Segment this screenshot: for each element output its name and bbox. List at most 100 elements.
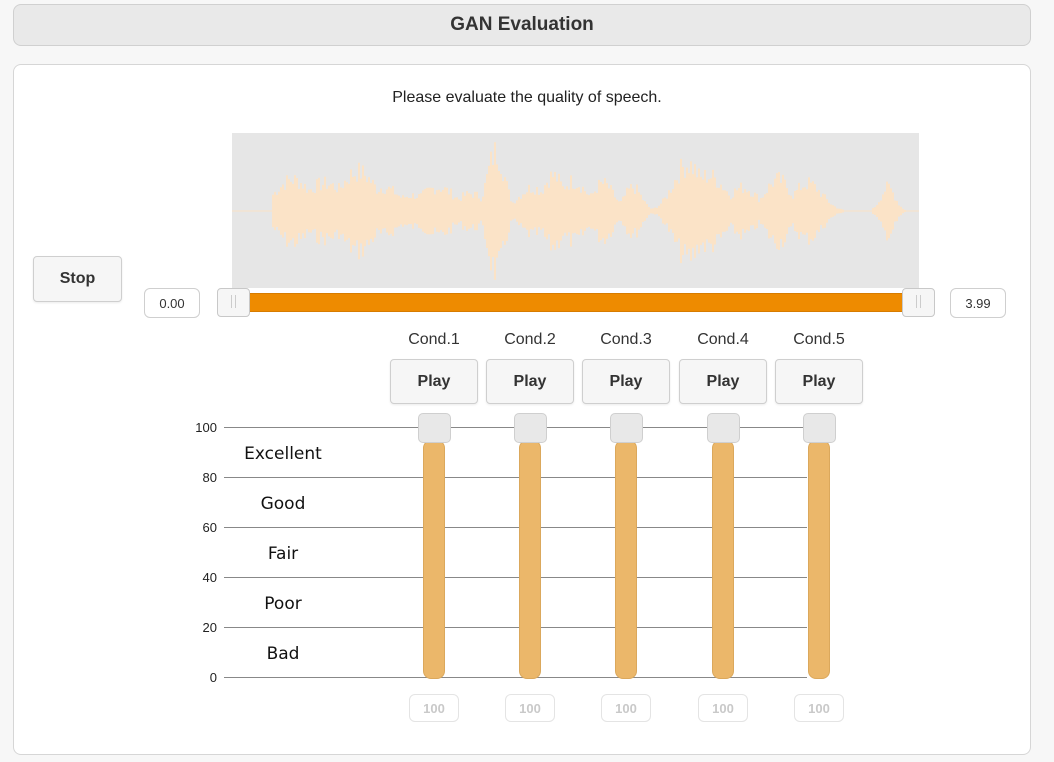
waveform-sample — [354, 176, 356, 246]
waveform-sample — [596, 192, 598, 230]
waveform-sample — [584, 191, 586, 231]
range-end-handle[interactable] — [902, 288, 935, 317]
range-start-handle[interactable] — [217, 288, 250, 317]
waveform-sample — [538, 194, 540, 228]
waveform-sample — [668, 190, 670, 232]
play-button-cond-4[interactable]: Play — [679, 359, 767, 404]
rating-handle-cond-3[interactable] — [610, 413, 643, 443]
rating-slider-cond-5[interactable] — [808, 440, 830, 679]
waveform-sample — [590, 193, 592, 229]
cond-4-label: Cond.4 — [697, 331, 749, 348]
waveform-sample — [370, 183, 372, 239]
waveform-sample — [558, 173, 560, 249]
waveform-sample — [398, 195, 400, 227]
waveform-sample — [828, 202, 830, 220]
waveform-sample — [904, 209, 906, 213]
waveform-sample — [776, 173, 778, 249]
waveform-sample — [490, 151, 492, 271]
waveform-sample — [388, 186, 390, 236]
waveform-sample — [624, 195, 626, 227]
waveform-sample — [320, 190, 322, 232]
rating-slider-cond-1[interactable] — [423, 440, 445, 679]
waveform-sample — [768, 183, 770, 239]
waveform-sample — [390, 188, 392, 234]
waveform-sample — [686, 167, 688, 255]
waveform-sample — [504, 177, 506, 245]
cond-2-label: Cond.2 — [504, 331, 556, 348]
rating-slider-cond-4[interactable] — [712, 440, 734, 679]
rating-slider-cond-2[interactable] — [519, 440, 541, 679]
waveform-sample — [296, 178, 298, 244]
waveform-sample — [556, 181, 558, 241]
waveform-sample — [348, 183, 350, 239]
waveform-sample — [662, 198, 664, 224]
waveform-sample — [418, 194, 420, 228]
waveform-sample — [472, 197, 474, 225]
rating-handle-cond-2[interactable] — [514, 413, 547, 443]
waveform-sample — [552, 177, 554, 245]
waveform-sample — [542, 193, 544, 229]
waveform-sample — [412, 193, 414, 229]
play-button-cond-3[interactable]: Play — [582, 359, 670, 404]
waveform-sample — [656, 207, 658, 215]
waveform-sample — [530, 192, 532, 230]
waveform-sample — [808, 177, 810, 245]
rating-handle-cond-1[interactable] — [418, 413, 451, 443]
cond-1-label: Cond.1 — [408, 331, 460, 348]
waveform-sample — [794, 190, 796, 232]
waveform-sample — [342, 188, 344, 234]
waveform-sample — [762, 197, 764, 225]
waveform-sample — [882, 194, 884, 228]
waveform-sample — [678, 183, 680, 239]
rating-handle-cond-5[interactable] — [803, 413, 836, 443]
waveform-sample — [670, 192, 672, 230]
rating-slider-cond-3[interactable] — [615, 440, 637, 679]
waveform-sample — [312, 192, 314, 230]
stop-button[interactable]: Stop — [33, 256, 122, 302]
waveform-sample — [468, 193, 470, 229]
waveform-sample — [690, 161, 692, 261]
rating-handle-cond-4[interactable] — [707, 413, 740, 443]
waveform-sample — [884, 191, 886, 231]
playback-range-bar[interactable] — [233, 293, 921, 312]
play-button-cond-1[interactable]: Play — [390, 359, 478, 404]
score-field-cond-4: 100 — [698, 694, 748, 722]
waveform-sample — [536, 187, 538, 235]
waveform-display[interactable] — [232, 133, 919, 288]
waveform-sample — [580, 192, 582, 230]
waveform-sample — [648, 207, 650, 215]
waveform-sample — [586, 194, 588, 228]
waveform-sample — [392, 185, 394, 237]
waveform-sample — [822, 193, 824, 229]
waveform-sample — [526, 192, 528, 230]
waveform-sample — [772, 186, 774, 236]
waveform-sample — [440, 191, 442, 231]
waveform-sample — [498, 171, 500, 251]
waveform-sample — [754, 192, 756, 230]
waveform-sample — [710, 178, 712, 244]
waveform-sample — [436, 190, 438, 232]
waveform-sample — [820, 197, 822, 225]
waveform-sample — [292, 183, 294, 239]
waveform-sample — [316, 179, 318, 243]
waveform-sample — [666, 198, 668, 224]
score-field-cond-2: 100 — [505, 694, 555, 722]
waveform-sample — [724, 190, 726, 232]
play-button-cond-5[interactable]: Play — [775, 359, 863, 404]
play-button-label: Play — [706, 372, 740, 390]
play-button-cond-2[interactable]: Play — [486, 359, 574, 404]
waveform-sample — [634, 193, 636, 229]
waveform-sample — [346, 182, 348, 240]
waveform-sample — [476, 191, 478, 231]
waveform-sample — [688, 173, 690, 249]
start-time-field: 0.00 — [144, 288, 200, 318]
waveform-sample — [532, 192, 534, 230]
tick-label-20: 20 — [202, 620, 217, 635]
waveform-sample — [330, 184, 332, 238]
waveform-sample — [738, 187, 740, 235]
waveform-sample — [604, 178, 606, 244]
waveform-sample — [358, 162, 360, 260]
waveform-sample — [378, 191, 380, 231]
waveform-sample — [454, 197, 456, 225]
waveform-sample — [732, 197, 734, 225]
